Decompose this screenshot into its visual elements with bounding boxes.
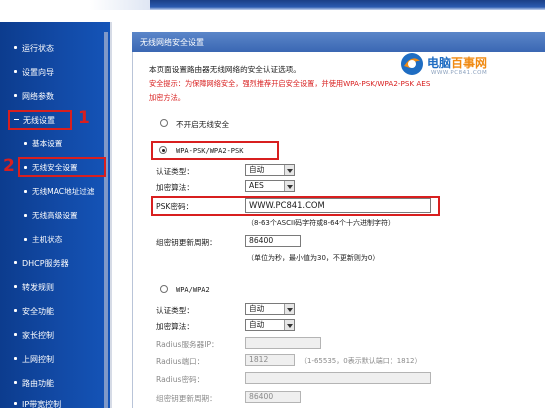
- sidebar-item-label: IP带宽控制: [22, 400, 62, 408]
- watermark-url: WWW.PC841.COM: [431, 70, 488, 76]
- auth-type-select[interactable]: 自动: [245, 164, 295, 176]
- watermark-logo: 电脑百事网 WWW.PC841.COM: [400, 52, 545, 80]
- sidebar-item-label: 主机状态: [32, 235, 63, 244]
- sidebar-item-label: 运行状态: [22, 44, 54, 53]
- sidebar-item-dhcp[interactable]: DHCP服务器: [14, 256, 69, 272]
- highlight-box-wireless-security: [18, 157, 106, 177]
- no-security-label: 不开启无线安全: [176, 120, 230, 129]
- sidebar-item-label: DHCP服务器: [22, 259, 69, 268]
- intro-text: 本页面设置路由器无线网络的安全认证选项。: [149, 65, 301, 74]
- bullet-icon: [14, 309, 17, 312]
- sidebar-item-label: 无线MAC地址过滤: [32, 187, 95, 196]
- psk-password-hint: （8-63个ASCII码字符或8-64个十六进制字符）: [247, 219, 396, 227]
- watermark-brand: 电脑百事网: [427, 54, 487, 71]
- sidebar-item-label: 安全功能: [22, 307, 54, 316]
- sidebar-item-setup-wizard[interactable]: 设置向导: [14, 65, 54, 81]
- sidebar-item-label: 设置向导: [22, 68, 54, 77]
- banner-fade: [0, 0, 150, 10]
- sidebar-item-network[interactable]: 网络参数: [14, 89, 54, 105]
- bullet-icon: [14, 381, 17, 384]
- sidebar-item-label: 网络参数: [22, 92, 54, 101]
- group-key-renew-label: 组密钥更新周期：: [156, 238, 217, 247]
- sidebar-item-basic[interactable]: 基本设置: [24, 136, 62, 152]
- bullet-icon: [14, 402, 17, 405]
- wpa-psk-radio[interactable]: [159, 146, 167, 154]
- wpa-auth-type-value: 自动: [249, 304, 265, 313]
- bullet-icon: [24, 141, 27, 145]
- radius-server-ip-input[interactable]: [245, 337, 321, 349]
- radius-port-label: Radius端口：: [156, 357, 205, 366]
- wpa-encryption-select[interactable]: 自动: [245, 319, 295, 331]
- sidebar-item-host-status[interactable]: 主机状态: [24, 232, 62, 248]
- wpa-group-key-renew-label: 组密钥更新周期：: [156, 394, 217, 403]
- sidebar-item-routing[interactable]: 路由功能: [14, 376, 54, 392]
- bullet-icon: [14, 357, 17, 360]
- sidebar-divider: [110, 22, 112, 408]
- watermark-brand-b: 百事网: [451, 56, 488, 70]
- sidebar-item-label: 上网控制: [22, 355, 54, 364]
- bullet-icon: [24, 189, 27, 193]
- bullet-icon: [14, 70, 17, 73]
- wpa-psk-label: WPA-PSK/WPA2-PSK: [176, 147, 244, 155]
- panel-header: 无线网络安全设置: [132, 32, 545, 52]
- encryption-value: AES: [249, 181, 264, 190]
- chevron-down-icon: [284, 181, 294, 191]
- group-key-renew-input[interactable]: 86400: [245, 235, 301, 247]
- banner-strip: [150, 0, 545, 10]
- step-marker-1: 1: [78, 108, 90, 128]
- sidebar-item-label: 家长控制: [22, 331, 54, 340]
- radius-password-input[interactable]: [245, 372, 431, 384]
- psk-password-input[interactable]: WWW.PC841.COM: [245, 198, 431, 213]
- wpa-group-key-renew-input[interactable]: 86400: [245, 391, 301, 403]
- bullet-icon: [14, 94, 17, 97]
- auth-type-value: 自动: [249, 165, 265, 174]
- wpa-encryption-label: 加密算法：: [156, 322, 194, 331]
- step-marker-2: 2: [3, 156, 15, 176]
- auth-type-label: 认证类型：: [156, 167, 194, 176]
- radius-port-input[interactable]: 1812: [245, 354, 295, 366]
- group-key-renew-hint: （单位为秒，最小值为30，不更新则为0）: [247, 254, 380, 262]
- top-banner: [0, 0, 545, 22]
- highlight-box-wireless: [8, 110, 72, 130]
- psk-password-label: PSK密码：: [156, 202, 194, 211]
- bullet-icon: [14, 261, 17, 264]
- wpa-encryption-value: 自动: [249, 320, 265, 329]
- sidebar-item-mac-filter[interactable]: 无线MAC地址过滤: [24, 184, 94, 200]
- sidebar-scrollbar[interactable]: [104, 32, 108, 408]
- chevron-down-icon: [284, 304, 294, 314]
- chevron-down-icon: [284, 165, 294, 175]
- bullet-icon: [14, 46, 17, 49]
- bullet-icon: [24, 237, 27, 241]
- sidebar-item-label: 无线高级设置: [32, 211, 78, 220]
- sidebar-item-label: 路由功能: [22, 379, 54, 388]
- wpa-auth-type-select[interactable]: 自动: [245, 303, 295, 315]
- wpa-auth-type-label: 认证类型：: [156, 306, 194, 315]
- sidebar-item-parental[interactable]: 家长控制: [14, 328, 54, 344]
- encryption-select[interactable]: AES: [245, 180, 295, 192]
- sidebar-item-advanced-wireless[interactable]: 无线高级设置: [24, 208, 78, 224]
- radius-password-label: Radius密码：: [156, 375, 205, 384]
- security-warning-line1: 安全提示：为保障网络安全，强烈推荐开启安全设置，并使用WPA-PSK/WPA2-…: [149, 79, 431, 88]
- bullet-icon: [14, 333, 17, 336]
- encryption-label: 加密算法：: [156, 183, 194, 192]
- panel-title: 无线网络安全设置: [140, 38, 204, 47]
- sidebar-item-label: 转发规则: [22, 283, 54, 292]
- brand-logo-icon: [401, 53, 423, 75]
- sidebar-item-security[interactable]: 安全功能: [14, 304, 54, 320]
- security-warning-line2: 加密方法。: [149, 93, 185, 102]
- sidebar-item-access-control[interactable]: 上网控制: [14, 352, 54, 368]
- sidebar-item-label: 基本设置: [32, 139, 63, 148]
- radius-server-ip-label: Radius服务器IP：: [156, 340, 219, 349]
- watermark-brand-a: 电脑: [427, 56, 452, 70]
- radius-port-hint: （1-65535，0表示默认端口：1812）: [300, 357, 422, 365]
- sidebar-item-status[interactable]: 运行状态: [14, 41, 54, 57]
- sidebar-item-forwarding[interactable]: 转发规则: [14, 280, 54, 296]
- wpa-label: WPA/WPA2: [176, 286, 210, 294]
- wpa-radio[interactable]: [160, 285, 168, 293]
- bullet-icon: [14, 285, 17, 288]
- no-security-radio[interactable]: [160, 119, 168, 127]
- bullet-icon: [24, 213, 27, 217]
- chevron-down-icon: [284, 320, 294, 330]
- sidebar-item-bandwidth[interactable]: IP带宽控制: [14, 397, 61, 408]
